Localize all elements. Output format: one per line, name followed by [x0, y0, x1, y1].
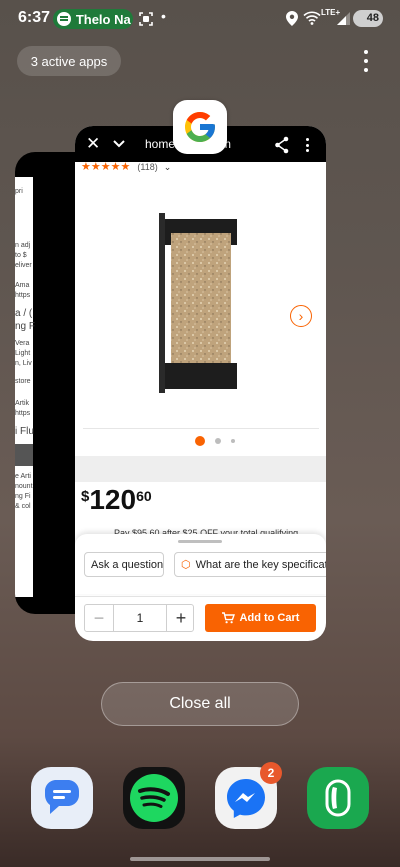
messages-app-icon[interactable]	[31, 767, 93, 829]
preview-text-16: nount	[15, 483, 33, 490]
price-dollars: 120	[89, 484, 137, 515]
google-logo-icon	[185, 112, 215, 142]
preview-text-6: a / (	[15, 308, 33, 319]
status-time: 6:37	[18, 9, 51, 26]
quantity-stepper: − 1 +	[84, 604, 194, 632]
battery-level: 48	[366, 12, 379, 24]
wifi-icon	[303, 11, 321, 25]
spotify-now-playing-label: Thelo Na	[75, 11, 131, 27]
carousel-dot[interactable]	[231, 439, 235, 443]
preview-text-4: Ama	[15, 282, 30, 289]
ask-question-chip[interactable]: Ask a question	[84, 552, 164, 577]
decrease-quantity-button[interactable]: −	[85, 605, 113, 631]
carousel-dot-active[interactable]	[195, 436, 205, 446]
signal-icon	[337, 12, 350, 25]
spotify-now-playing-chip[interactable]: Thelo Na	[53, 9, 133, 29]
preview-text-11: store	[15, 378, 31, 385]
rating-count: (118)	[137, 162, 158, 172]
preview-text-7: ng F	[15, 321, 36, 332]
preview-text-17: ng Fi	[15, 493, 31, 500]
section-separator	[75, 456, 326, 482]
product-rating[interactable]: ★★★★★ (118) ⌄	[81, 160, 171, 173]
messages-icon	[45, 780, 79, 814]
browser-menu-icon[interactable]	[306, 138, 310, 152]
close-icon[interactable]: ✕	[86, 134, 100, 154]
carousel-dots[interactable]	[195, 436, 245, 446]
spotify-app-icon[interactable]	[123, 767, 185, 829]
more-options-icon[interactable]	[360, 50, 372, 72]
preview-text-12: Artik	[15, 400, 29, 407]
price-currency: $	[81, 488, 90, 505]
key-specs-chip[interactable]: ⬡ What are the key specifications	[174, 552, 326, 577]
preview-text-0: pri	[15, 188, 23, 195]
ai-spark-icon: ⬡	[181, 559, 191, 571]
product-image[interactable]	[159, 213, 243, 403]
preview-text-10: n, Liv	[15, 360, 32, 367]
rating-stars-icon: ★★★★★	[81, 161, 131, 173]
notification-dot-icon: •	[161, 8, 166, 24]
add-to-cart-bar: − 1 + Add to Cart	[75, 596, 326, 641]
preview-text-18: & col	[15, 503, 31, 510]
key-specs-label: What are the key specifications	[195, 558, 326, 571]
rating-chevron-icon: ⌄	[163, 162, 172, 172]
preview-text-9: Light	[15, 350, 31, 357]
preview-text-15: e Arti	[15, 473, 31, 480]
ask-question-label: Ask a question	[91, 558, 164, 571]
spotify-logo-icon	[130, 774, 178, 822]
carousel-next-button[interactable]: ›	[290, 305, 312, 327]
close-all-button[interactable]: Close all	[101, 682, 299, 726]
add-to-cart-label: Add to Cart	[239, 612, 300, 624]
home-gesture-bar[interactable]	[130, 857, 270, 861]
google-app-card[interactable]: ✕ homedepot.com ★★★★★ (118) ⌄	[75, 126, 326, 641]
preview-text-2: to $	[15, 252, 27, 259]
preview-text-14: i Flu	[15, 426, 34, 437]
preview-text-3: eliver	[15, 262, 32, 269]
sheet-handle[interactable]	[178, 540, 222, 543]
phone-app-icon[interactable]	[307, 767, 369, 829]
status-bar: 6:37 Thelo Na • LTE+ 48	[0, 0, 400, 36]
preview-text-1: n adj	[15, 242, 31, 249]
active-apps-button[interactable]: 3 active apps	[17, 46, 121, 76]
background-app-preview: pri n adj to $ eliver Ama https a / ( ng…	[15, 177, 36, 597]
chevron-down-icon[interactable]	[112, 137, 126, 151]
phone-icon	[325, 779, 351, 817]
chevron-right-icon: ›	[298, 308, 304, 324]
product-price: $12060	[81, 484, 152, 516]
preview-text-5: https	[15, 292, 31, 299]
quantity-input[interactable]: 1	[113, 605, 167, 631]
increase-quantity-button[interactable]: +	[167, 605, 195, 631]
messenger-notification-badge: 2	[260, 762, 282, 784]
screenshot-icon	[139, 12, 153, 26]
preview-text-8: Vera	[15, 340, 30, 347]
price-cents: 60	[136, 488, 152, 504]
preview-text-13: https	[15, 410, 31, 417]
location-icon	[286, 11, 298, 26]
spotify-icon	[57, 12, 71, 26]
carousel-dot[interactable]	[215, 438, 221, 444]
add-to-cart-button[interactable]: Add to Cart	[205, 604, 316, 632]
suggestion-sheet: Ask a question ⬡ What are the key specif…	[75, 534, 326, 594]
divider	[83, 428, 319, 429]
battery-indicator: 48	[353, 10, 383, 27]
preview-product-thumb	[15, 444, 33, 466]
share-icon[interactable]	[274, 136, 290, 154]
google-app-icon[interactable]	[173, 100, 227, 154]
cart-icon	[221, 612, 235, 624]
